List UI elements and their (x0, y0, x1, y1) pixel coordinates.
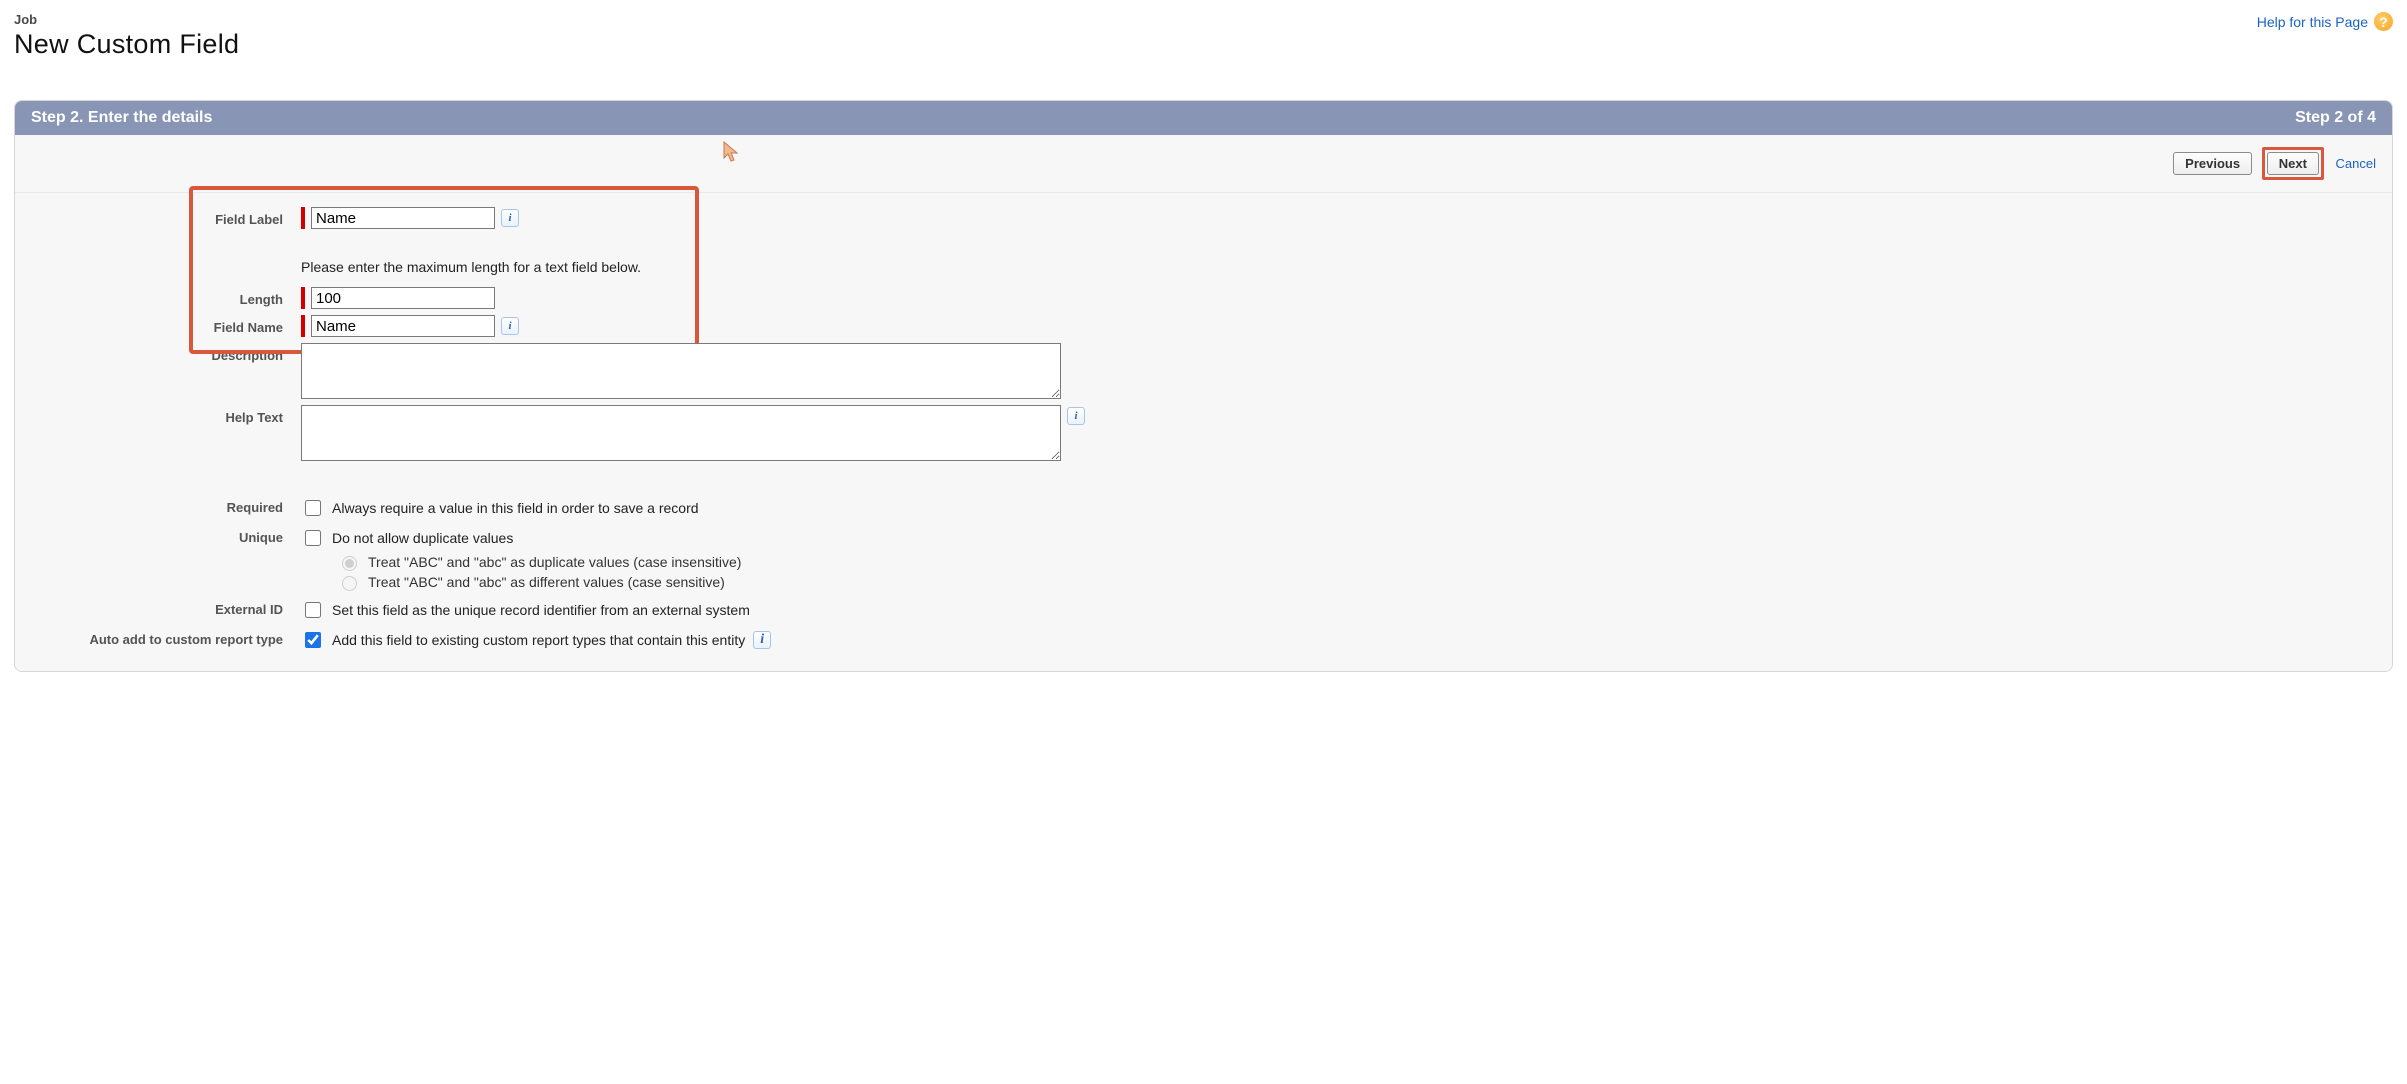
help-link[interactable]: Help for this Page (2257, 14, 2368, 30)
required-bar-icon (301, 315, 305, 337)
next-button[interactable]: Next (2267, 152, 2319, 175)
field-name-input[interactable] (311, 315, 495, 337)
auto-add-checkbox[interactable] (305, 632, 321, 648)
description-textarea[interactable] (301, 343, 1061, 399)
description-label: Description (31, 343, 301, 363)
unique-ci-text: Treat "ABC" and "abc" as duplicate value… (368, 554, 741, 570)
external-id-text: Set this field as the unique record iden… (332, 602, 750, 618)
wizard-button-row: Previous Next Cancel (15, 135, 2392, 193)
field-label-input[interactable] (311, 207, 495, 229)
breadcrumb: Job (14, 12, 239, 27)
info-icon[interactable]: i (1067, 407, 1085, 425)
help-text-textarea[interactable] (301, 405, 1061, 461)
previous-button[interactable]: Previous (2173, 152, 2252, 175)
info-icon[interactable]: i (501, 209, 519, 227)
required-bar-icon (301, 287, 305, 309)
step-indicator: Step 2 of 4 (2295, 109, 2376, 127)
page-title: New Custom Field (14, 29, 239, 60)
help-icon[interactable]: ? (2374, 12, 2393, 31)
wizard-form: Field Label i Please enter the maximum l… (15, 193, 2392, 671)
page-header: Job New Custom Field Help for this Page … (14, 12, 2393, 60)
unique-label: Unique (31, 525, 301, 545)
required-checkbox[interactable] (305, 500, 321, 516)
next-button-highlight: Next (2262, 147, 2324, 180)
required-bar-icon (301, 207, 305, 229)
unique-case-sensitive-radio[interactable] (342, 576, 357, 591)
help-for-page: Help for this Page ? (2257, 12, 2393, 31)
length-label: Length (31, 287, 301, 307)
auto-add-text: Add this field to existing custom report… (332, 632, 745, 648)
length-input[interactable] (311, 287, 495, 309)
field-name-label: Field Name (31, 315, 301, 335)
external-id-label: External ID (31, 597, 301, 617)
wizard-step-header: Step 2. Enter the details Step 2 of 4 (15, 101, 2392, 135)
help-text-label: Help Text (31, 405, 301, 425)
unique-case-insensitive-radio[interactable] (342, 556, 357, 571)
wizard-panel: Step 2. Enter the details Step 2 of 4 Pr… (14, 100, 2393, 672)
unique-text: Do not allow duplicate values (332, 530, 513, 546)
external-id-checkbox[interactable] (305, 602, 321, 618)
field-label-label: Field Label (31, 207, 301, 227)
required-text: Always require a value in this field in … (332, 500, 699, 516)
info-icon[interactable]: i (501, 317, 519, 335)
required-label: Required (31, 495, 301, 515)
info-icon[interactable]: i (753, 631, 771, 649)
step-title: Step 2. Enter the details (31, 109, 212, 127)
auto-add-label: Auto add to custom report type (31, 627, 301, 647)
cancel-link[interactable]: Cancel (2336, 156, 2376, 171)
unique-checkbox[interactable] (305, 530, 321, 546)
cursor-icon (723, 141, 741, 163)
length-helper-text: Please enter the maximum length for a te… (301, 235, 2376, 281)
unique-cs-text: Treat "ABC" and "abc" as different value… (368, 574, 725, 590)
